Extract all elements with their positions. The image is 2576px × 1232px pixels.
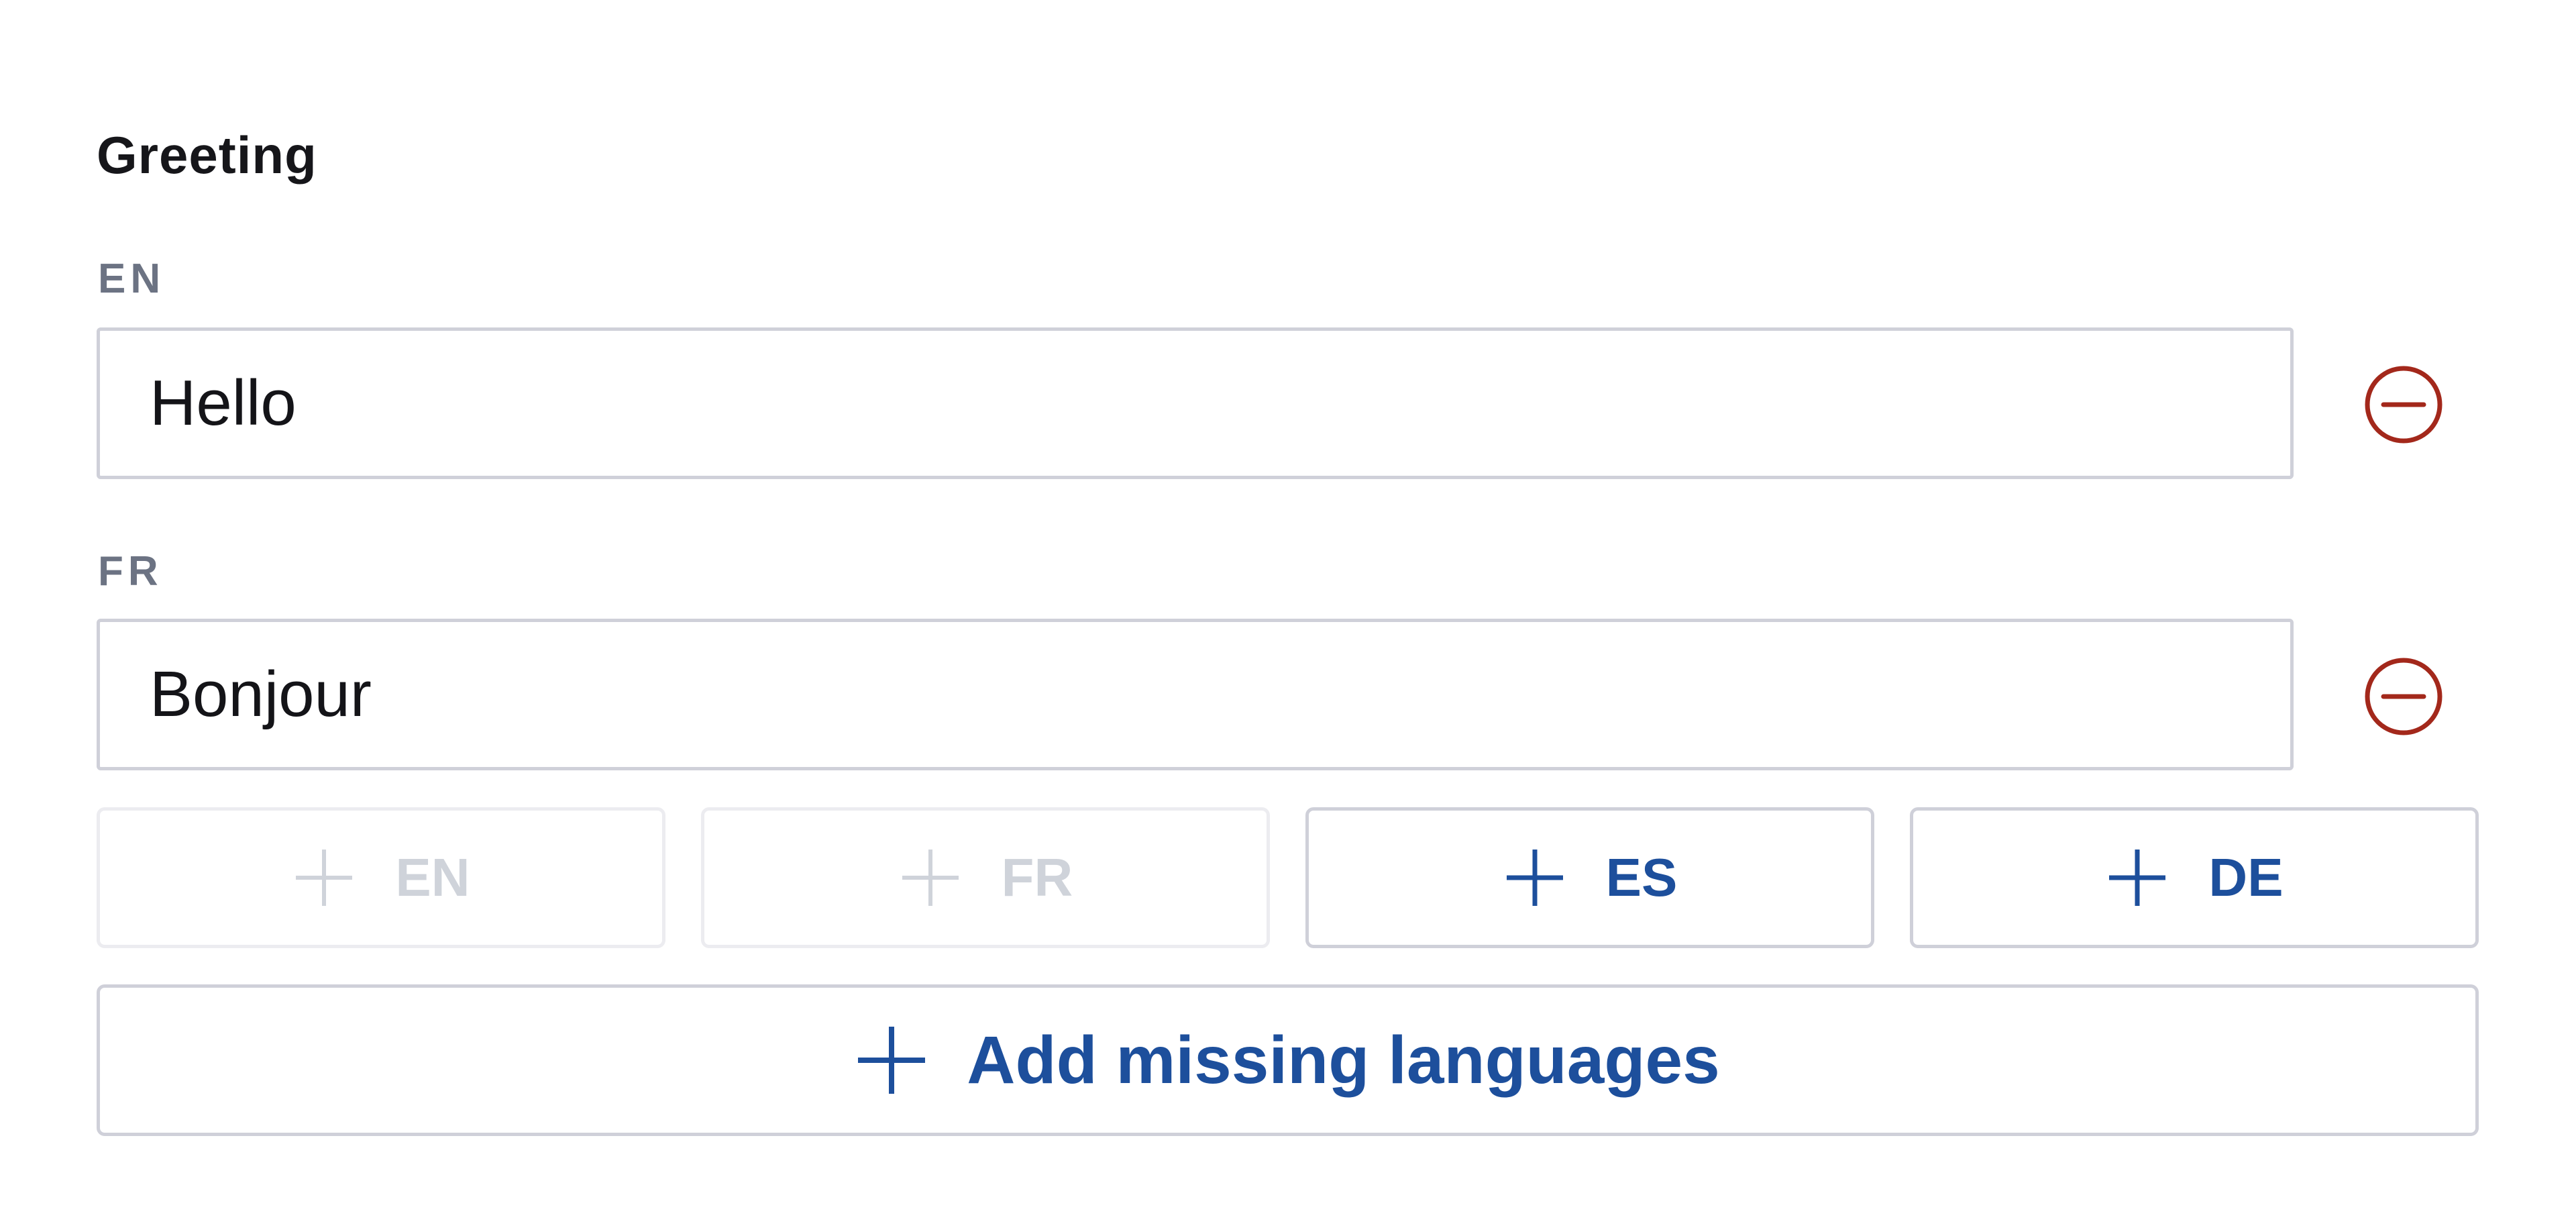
add-fr-button: FR (701, 807, 1270, 948)
add-es-label: ES (1605, 848, 1678, 907)
plus-icon (2105, 845, 2169, 910)
plus-icon (292, 845, 356, 910)
add-fr-label: FR (1001, 848, 1073, 907)
lang-label-fr: FR (98, 548, 163, 595)
add-es-button[interactable]: ES (1305, 807, 1874, 948)
remove-en-button[interactable] (2361, 362, 2446, 447)
translation-input-en[interactable] (97, 327, 2294, 479)
add-missing-languages-label: Add missing languages (967, 1022, 1720, 1098)
add-de-button[interactable]: DE (1910, 807, 2479, 948)
minus-circle-icon (2365, 366, 2443, 444)
field-title: Greeting (97, 125, 317, 185)
add-missing-languages-button[interactable]: Add missing languages (97, 984, 2479, 1136)
add-en-label: EN (395, 848, 470, 907)
plus-icon (1503, 845, 1567, 910)
lang-label-en: EN (98, 256, 166, 302)
add-en-button: EN (97, 807, 665, 948)
translation-input-fr[interactable] (97, 619, 2294, 770)
remove-fr-button[interactable] (2361, 654, 2446, 739)
plus-icon (855, 1024, 928, 1096)
plus-icon (898, 845, 963, 910)
add-de-label: DE (2208, 848, 2284, 907)
minus-circle-icon (2365, 658, 2443, 735)
